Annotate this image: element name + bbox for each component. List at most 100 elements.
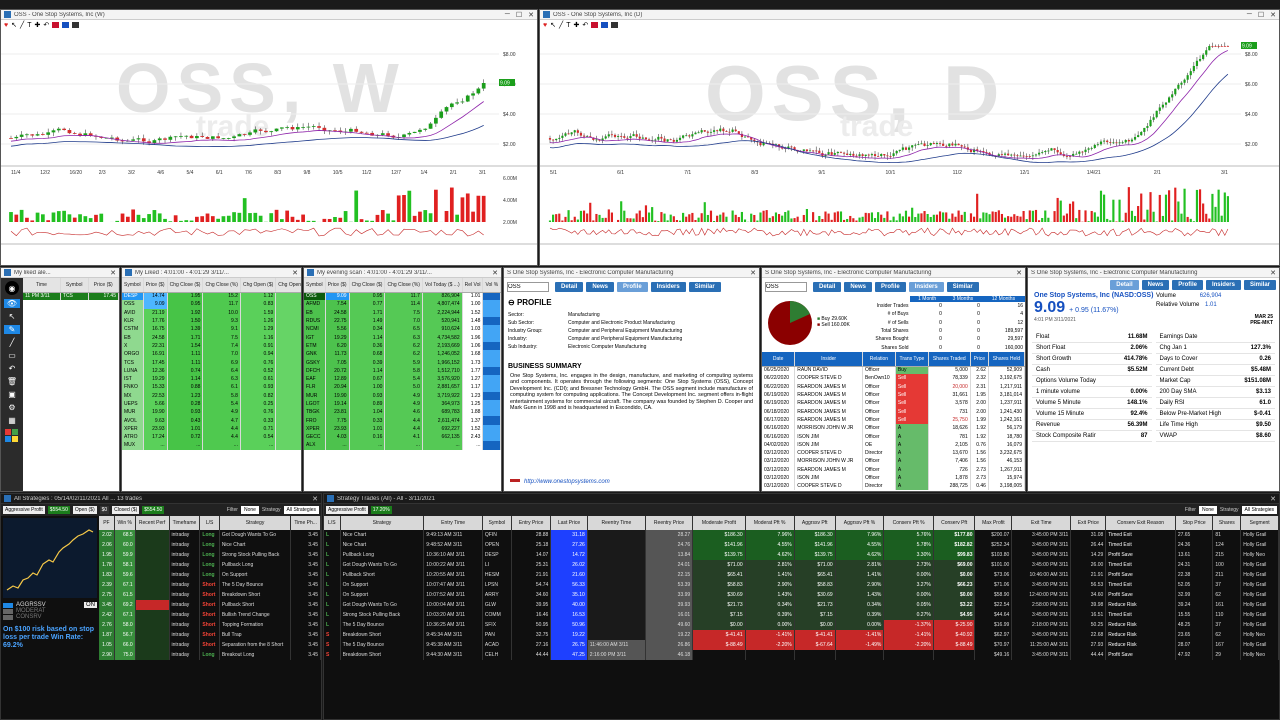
table-row[interactable]: TCS17.451.116.90.764.6 xyxy=(122,358,301,367)
table-row[interactable]: EB24.581.717.51.165.0 xyxy=(122,333,301,342)
close-button[interactable]: ✕ xyxy=(492,269,498,277)
table-row[interactable]: 2.42 67.1 intraday Short Bullish Trend Chang… xyxy=(99,610,321,620)
color-swatch[interactable] xyxy=(62,22,70,28)
brush-icon[interactable]: ╱ xyxy=(10,338,15,347)
table-row[interactable]: 06/17/2020 REARDON JAMES M Officer Sell 25,7… xyxy=(762,415,1025,425)
col-header[interactable]: Shares Traded xyxy=(928,352,971,367)
table-row[interactable]: AVID21.191.9210.01.598.1 xyxy=(122,308,301,317)
table-row[interactable]: DFCH 20.72 1.14 5.8 1,512,710 1.77 xyxy=(304,366,501,375)
table-row[interactable]: X22.311.547.40.914.2 xyxy=(122,341,301,351)
col-header[interactable]: Segment xyxy=(1240,516,1279,530)
col-header[interactable]: Price xyxy=(970,352,989,367)
col-header[interactable]: Aggrssv Pft xyxy=(794,516,836,530)
table-row[interactable]: TBGK 23.81 1.04 4.6 689,783 1.88 xyxy=(304,408,501,417)
tab-profile[interactable]: Profile xyxy=(617,282,648,292)
table-row[interactable]: 1.78 58.1 intraday Long Pullback Long 3.45 xyxy=(99,560,321,570)
col-header[interactable]: Symbol xyxy=(304,278,326,293)
table-row[interactable]: 2.90 75.0 intraday Long Breakout Long 3.45 xyxy=(99,650,321,660)
close-button[interactable]: ✕ xyxy=(1270,495,1276,503)
table-row[interactable]: FNKO15.330.886.10.936.5 xyxy=(122,383,301,392)
close-button[interactable]: ✕ xyxy=(1270,11,1276,19)
col-header[interactable]: Price ($) xyxy=(88,278,119,293)
table-row[interactable]: LUNA12.360.746.40.524.4 xyxy=(122,366,301,375)
col-header[interactable]: Chg Close (%) xyxy=(384,278,423,293)
table-row[interactable]: 06/16/2020 MORRISON JOHN W JR Officer A 18,6… xyxy=(762,424,1025,433)
table-row[interactable]: RDUS 22.75 1.49 7.0 520,941 1.48 xyxy=(304,316,501,326)
tab-news[interactable]: News xyxy=(1141,280,1170,290)
tab-news[interactable]: News xyxy=(844,282,873,292)
open-button[interactable]: Open ($) xyxy=(72,506,97,514)
gear-icon[interactable]: ⚙ xyxy=(8,403,15,412)
minimize-button[interactable]: ─ xyxy=(1247,11,1252,18)
on-toggle[interactable]: ON xyxy=(84,602,97,608)
tab-detail[interactable]: Detail xyxy=(555,282,584,292)
table-row[interactable]: 06/18/2020 REARDON JAMES M Officer Sell 731 2… xyxy=(762,407,1025,416)
table-row[interactable]: L The 5 Day Bounce 10:36:25 AM 3/11 SFIX 50.… xyxy=(324,620,1279,630)
col-header[interactable]: Aggrssv Pft % xyxy=(835,516,885,530)
color-swatch[interactable] xyxy=(611,22,619,28)
col-header[interactable]: Exit Price xyxy=(1070,516,1107,530)
table-row[interactable]: AVOL9.630.434.70.333.5 xyxy=(122,416,301,425)
col-header[interactable]: Last Price xyxy=(550,516,588,530)
table-row[interactable]: L On Support 10:07:52 AM 3/11 ARRY 34.60 35.1… xyxy=(324,590,1279,600)
table-row[interactable]: 03/12/2020 COOPER STEVE D Director A 13,670 1… xyxy=(762,448,1025,458)
color-swatch[interactable] xyxy=(72,22,80,28)
t-icon[interactable]: T xyxy=(566,22,570,29)
table-row[interactable]: 06/16/2020 ISON JIM Officer A 781 1.92 18,780 xyxy=(762,432,1025,441)
table-row[interactable]: OSS9.090.9511.70.8310.0 xyxy=(122,300,301,309)
color-swatch[interactable] xyxy=(601,22,609,28)
col-header[interactable]: Relation xyxy=(862,352,896,367)
col-header[interactable]: Stop Price xyxy=(1175,516,1214,530)
table-row[interactable]: 2.39 67.1 intraday Short The 5 Day Bounce 3.4… xyxy=(99,580,321,590)
cross-icon[interactable]: ✚ xyxy=(35,21,41,29)
table-row[interactable]: ALX............... xyxy=(304,441,501,450)
table-row[interactable]: 1.83 59.6 intraday Long On Support 3.45 xyxy=(99,570,321,580)
strategy-select[interactable]: All Strategies xyxy=(1241,506,1277,514)
table-row[interactable]: 1.95 59.9 intraday Long Strong Stock Pulling… xyxy=(99,550,321,560)
table-row[interactable]: 03/12/2020 COOPER STEVE D Director A 288,725… xyxy=(762,482,1025,491)
symbol-input[interactable] xyxy=(507,282,549,292)
pointer-icon[interactable]: ↖ xyxy=(550,21,556,29)
filter-select[interactable]: None xyxy=(240,506,259,514)
col-header[interactable]: Recent Perf xyxy=(135,516,170,530)
col-header[interactable]: Shares xyxy=(1212,516,1242,530)
tab-insiders[interactable]: Insiders xyxy=(908,282,944,292)
col-header[interactable]: Strategy xyxy=(219,516,292,530)
col-header[interactable]: Symbol xyxy=(482,516,512,530)
table-row[interactable]: IST19.291.146.30.613.3 xyxy=(122,374,301,384)
t-icon[interactable]: T xyxy=(27,22,31,29)
table-row[interactable]: MUR19.900.934.90.764.0 xyxy=(122,408,301,417)
col-header[interactable]: Conserv Exit Reason xyxy=(1105,516,1176,530)
col-header[interactable]: Rel Vol xyxy=(462,278,484,293)
undo-icon[interactable]: ↶ xyxy=(582,21,588,29)
table-row[interactable]: 1.87 56.7 intraday Short Bull Trap 3.45 xyxy=(99,630,321,640)
col-header[interactable]: Chg Open (%) xyxy=(275,278,301,293)
col-header[interactable]: Symbol xyxy=(60,278,89,293)
table-row[interactable]: L On Support 10:07:47 AM 3/11 LPSN 54.74 56.3… xyxy=(324,580,1279,590)
table-row[interactable]: 06/25/2020 RAUN DAVID Officer Buy 5,000 2.62 5… xyxy=(762,366,1025,375)
col-header[interactable]: Chg Close ($) xyxy=(349,278,386,293)
col-header[interactable]: Win % xyxy=(114,516,136,530)
close-button[interactable]: ✕ xyxy=(110,269,116,277)
col-header[interactable]: PF xyxy=(99,516,115,530)
table-row[interactable]: EAF 12.89 0.67 5.4 3,576,920 1.27 xyxy=(304,374,501,384)
tab-detail[interactable]: Detail xyxy=(1110,280,1139,290)
tab-profile[interactable]: Profile xyxy=(875,282,906,292)
pencil-icon[interactable]: ✎ xyxy=(4,325,20,334)
undo-icon[interactable]: ↶ xyxy=(9,364,16,373)
table-row[interactable]: ORGO16.911.117.00.945.9 xyxy=(122,350,301,359)
col-header[interactable]: Moderat Pft % xyxy=(745,516,795,530)
table-row[interactable]: 2.75 61.5 intraday Short Breakdown Short 3.45 xyxy=(99,590,321,600)
table-row[interactable]: 3.45 69.2 intraday Short Pullback Short 3.45 xyxy=(99,600,321,610)
table-row[interactable]: XPER23.931.014.40.713.1 xyxy=(122,424,301,434)
aggressive-profit-button[interactable]: Aggressive Profit xyxy=(326,506,368,514)
col-header[interactable]: Price ($) xyxy=(143,278,168,293)
filter-select[interactable]: None xyxy=(1198,506,1217,514)
undo-icon[interactable]: ↶ xyxy=(43,21,49,29)
col-header[interactable]: Moderate Profit xyxy=(692,516,746,530)
table-row[interactable]: UEPS5.660.285.40.254.6 xyxy=(122,399,301,409)
tab-news[interactable]: News xyxy=(586,282,615,292)
table-row[interactable]: S The 5 Day Bounce 9:45:38 AM 3/11 ACAD 27.1… xyxy=(324,640,1279,650)
col-header[interactable]: Chg Open ($) xyxy=(240,278,277,293)
col-header[interactable]: Trans Type xyxy=(895,352,929,367)
